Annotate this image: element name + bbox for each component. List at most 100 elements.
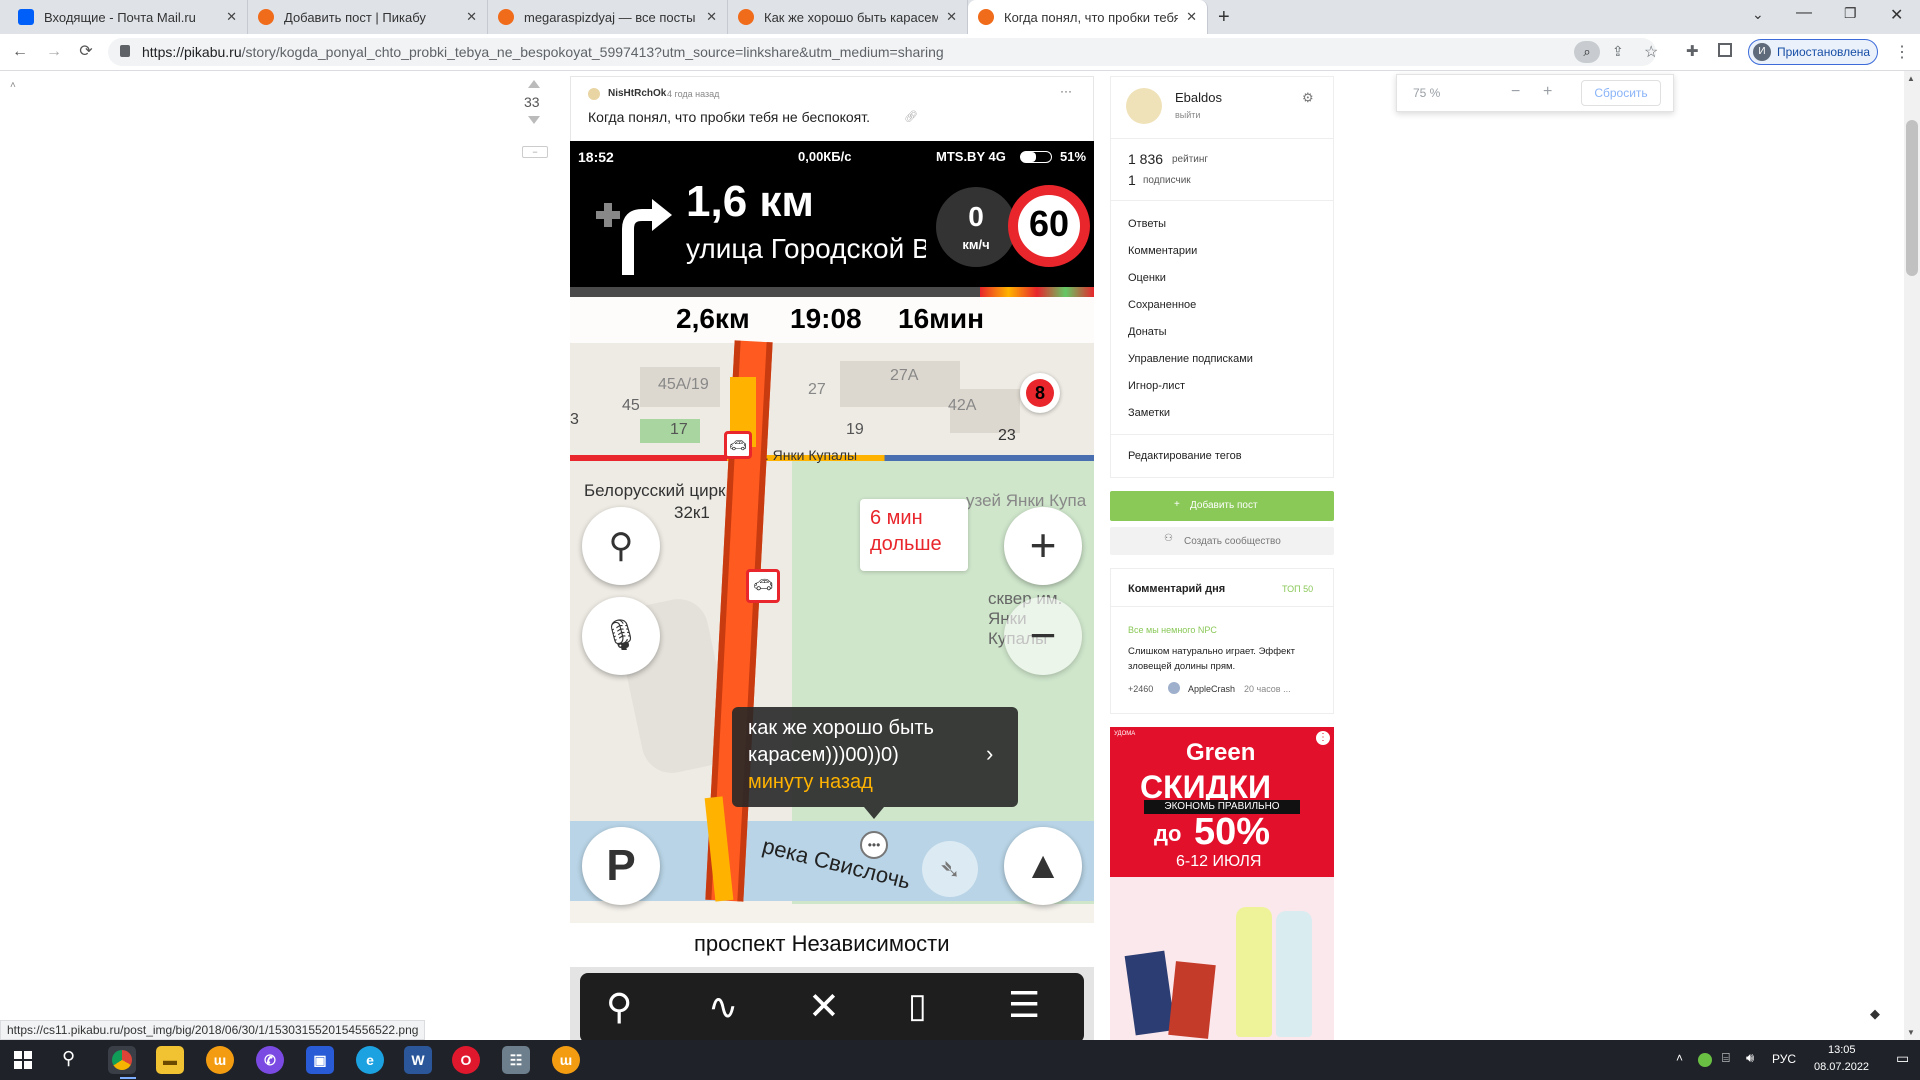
- post-title[interactable]: Когда понял, что пробки тебя не беспокоя…: [588, 109, 870, 125]
- scroll-up-icon[interactable]: ▲: [1907, 74, 1915, 83]
- notification-icon[interactable]: ▭: [1896, 1050, 1909, 1067]
- app-icon[interactable]: ɯ: [206, 1046, 234, 1074]
- archive-icon[interactable]: ☷: [502, 1046, 530, 1074]
- opera-icon[interactable]: O: [452, 1046, 480, 1074]
- microphone-icon[interactable]: 🎙︎: [582, 597, 660, 675]
- minimize-icon[interactable]: —: [1796, 4, 1812, 22]
- back-icon[interactable]: ←: [10, 42, 30, 62]
- scroll-down-icon[interactable]: ▼: [1907, 1028, 1915, 1037]
- url-text[interactable]: https://pikabu.ru/story/kogda_ponyal_cht…: [142, 44, 944, 60]
- language-indicator[interactable]: РУС: [1772, 1052, 1796, 1066]
- chat-icon[interactable]: •••: [860, 831, 888, 859]
- word-icon[interactable]: W: [404, 1046, 432, 1074]
- volume-icon[interactable]: 🔊︎: [1746, 1050, 1754, 1066]
- network-icon[interactable]: ⌸: [1722, 1050, 1730, 1066]
- sidepanel-icon[interactable]: [1718, 43, 1732, 57]
- close-icon[interactable]: ✕: [226, 9, 237, 25]
- close-icon[interactable]: ✕: [1186, 9, 1197, 25]
- extensions-icon[interactable]: ✚: [1686, 42, 1699, 60]
- app-icon[interactable]: ɯ: [552, 1046, 580, 1074]
- gear-icon[interactable]: ⚙: [1302, 90, 1314, 106]
- menu-ignore[interactable]: Игнор-лист: [1128, 380, 1185, 392]
- scrollbar-thumb[interactable]: [1906, 120, 1918, 276]
- forward-icon[interactable]: →: [44, 42, 64, 62]
- subscribers-value: 1: [1128, 172, 1136, 188]
- menu-edit-tags[interactable]: Редактирование тегов: [1128, 450, 1242, 462]
- new-tab-icon[interactable]: +: [1218, 6, 1230, 29]
- menu-ratings[interactable]: Оценки: [1128, 272, 1166, 284]
- ad-banner[interactable]: УДОМА ⋮ Green СКИДКИ ЭКОНОМЬ ПРАВИЛЬНО д…: [1110, 727, 1334, 1040]
- comment-author[interactable]: AppleCrash: [1188, 684, 1235, 694]
- ad-info-icon[interactable]: ⋮: [1316, 731, 1330, 745]
- search-icon[interactable]: ⚲: [62, 1048, 75, 1069]
- windows-start-icon[interactable]: [14, 1051, 32, 1069]
- tab-search-icon[interactable]: ⌄: [1752, 6, 1764, 23]
- zoom-icon[interactable]: ⌕: [1574, 41, 1600, 63]
- lock-icon[interactable]: [120, 45, 130, 57]
- file-explorer-icon[interactable]: ▬: [156, 1046, 184, 1074]
- zoom-out-button[interactable]: −: [1511, 83, 1520, 101]
- logout-link[interactable]: выйти: [1175, 110, 1200, 120]
- chevron-right-icon[interactable]: ›: [986, 741, 993, 767]
- comment-post-link[interactable]: Все мы немного NPC: [1128, 625, 1217, 635]
- user-avatar[interactable]: [1126, 88, 1162, 124]
- post-author[interactable]: NisHtRchOk: [608, 88, 666, 99]
- tray-app-icon[interactable]: [1698, 1053, 1712, 1067]
- hamburger-icon[interactable]: ☰: [1008, 984, 1040, 1026]
- search-icon[interactable]: ⚲: [606, 986, 632, 1028]
- zoom-in-button[interactable]: +: [1543, 83, 1552, 101]
- location-pin-icon[interactable]: ⚲: [582, 507, 660, 585]
- zoom-in-map-button[interactable]: +: [1004, 507, 1082, 585]
- edge-icon[interactable]: e: [356, 1046, 384, 1074]
- post-image[interactable]: 18:52 0,00КБ/с MTS.BY 4G 51% 1,6 км улиц…: [570, 141, 1094, 1041]
- route-icon[interactable]: ∿: [708, 986, 738, 1028]
- top50-link[interactable]: ТОП 50: [1282, 584, 1313, 594]
- close-icon[interactable]: ✕: [946, 9, 957, 25]
- more-icon[interactable]: ···: [1060, 84, 1072, 98]
- reload-icon[interactable]: ⟳: [76, 42, 96, 62]
- username[interactable]: Ebaldos: [1175, 90, 1222, 105]
- downvote-icon[interactable]: [528, 116, 540, 124]
- upvote-icon[interactable]: [528, 80, 540, 88]
- tab-megaraspizdyaj[interactable]: megaraspizdyaj — все посты по ✕: [488, 0, 728, 34]
- bookmarks-icon[interactable]: ▯: [908, 986, 927, 1026]
- menu-replies[interactable]: Ответы: [1128, 218, 1166, 230]
- close-icon[interactable]: ✕: [466, 9, 477, 25]
- viber-icon[interactable]: ✆: [256, 1046, 284, 1074]
- menu-notes[interactable]: Заметки: [1128, 407, 1170, 419]
- menu-donations[interactable]: Донаты: [1128, 326, 1167, 338]
- collapse-post-button[interactable]: −: [522, 146, 548, 158]
- menu-subscriptions[interactable]: Управление подписками: [1128, 353, 1253, 365]
- share-icon[interactable]: ⇪: [1612, 43, 1624, 60]
- car-accident-icon[interactable]: 🚗︎: [724, 431, 752, 459]
- link-icon[interactable]: 🔗︎: [904, 110, 918, 123]
- menu-icon[interactable]: ⋮: [1894, 42, 1910, 62]
- maximize-icon[interactable]: ❐: [1844, 5, 1857, 22]
- save-icon[interactable]: ▣: [306, 1046, 334, 1074]
- menu-saved[interactable]: Сохраненное: [1128, 299, 1196, 311]
- parking-button[interactable]: P: [582, 827, 660, 905]
- delay-callout[interactable]: 6 мин дольше: [860, 499, 968, 571]
- profile-button[interactable]: И Приостановлена: [1748, 39, 1878, 65]
- tab-current[interactable]: Когда понял, что пробки тебя н ✕: [968, 0, 1208, 34]
- clock-date[interactable]: 08.07.2022: [1814, 1061, 1869, 1073]
- menu-comments[interactable]: Комментарии: [1128, 245, 1197, 257]
- zoom-out-map-button[interactable]: −: [1004, 597, 1082, 675]
- chevron-up-icon[interactable]: ˄: [1676, 1051, 1683, 1065]
- close-window-icon[interactable]: ✕: [1890, 5, 1903, 25]
- tab-karas[interactable]: Как же хорошо быть карасем | П ✕: [728, 0, 968, 34]
- navigation-arrow-icon[interactable]: ▲: [1004, 827, 1082, 905]
- clock-time[interactable]: 13:05: [1828, 1044, 1856, 1056]
- car-accident-icon[interactable]: 🚗︎: [746, 569, 780, 603]
- tab-mail[interactable]: Входящие - Почта Mail.ru ✕: [8, 0, 248, 34]
- bookmark-star-icon[interactable]: ☆: [1644, 42, 1658, 62]
- compass-icon[interactable]: ➴: [922, 841, 978, 897]
- author-avatar[interactable]: [588, 88, 600, 100]
- chrome-icon[interactable]: [108, 1046, 136, 1074]
- collapse-icon[interactable]: ˄: [10, 80, 16, 91]
- tab-add-post[interactable]: Добавить пост | Пикабу ✕: [248, 0, 488, 34]
- close-icon[interactable]: ✕: [706, 9, 717, 25]
- commenter-avatar[interactable]: [1168, 682, 1180, 694]
- zoom-reset-button[interactable]: Сбросить: [1581, 80, 1661, 106]
- close-icon[interactable]: ✕: [808, 984, 840, 1029]
